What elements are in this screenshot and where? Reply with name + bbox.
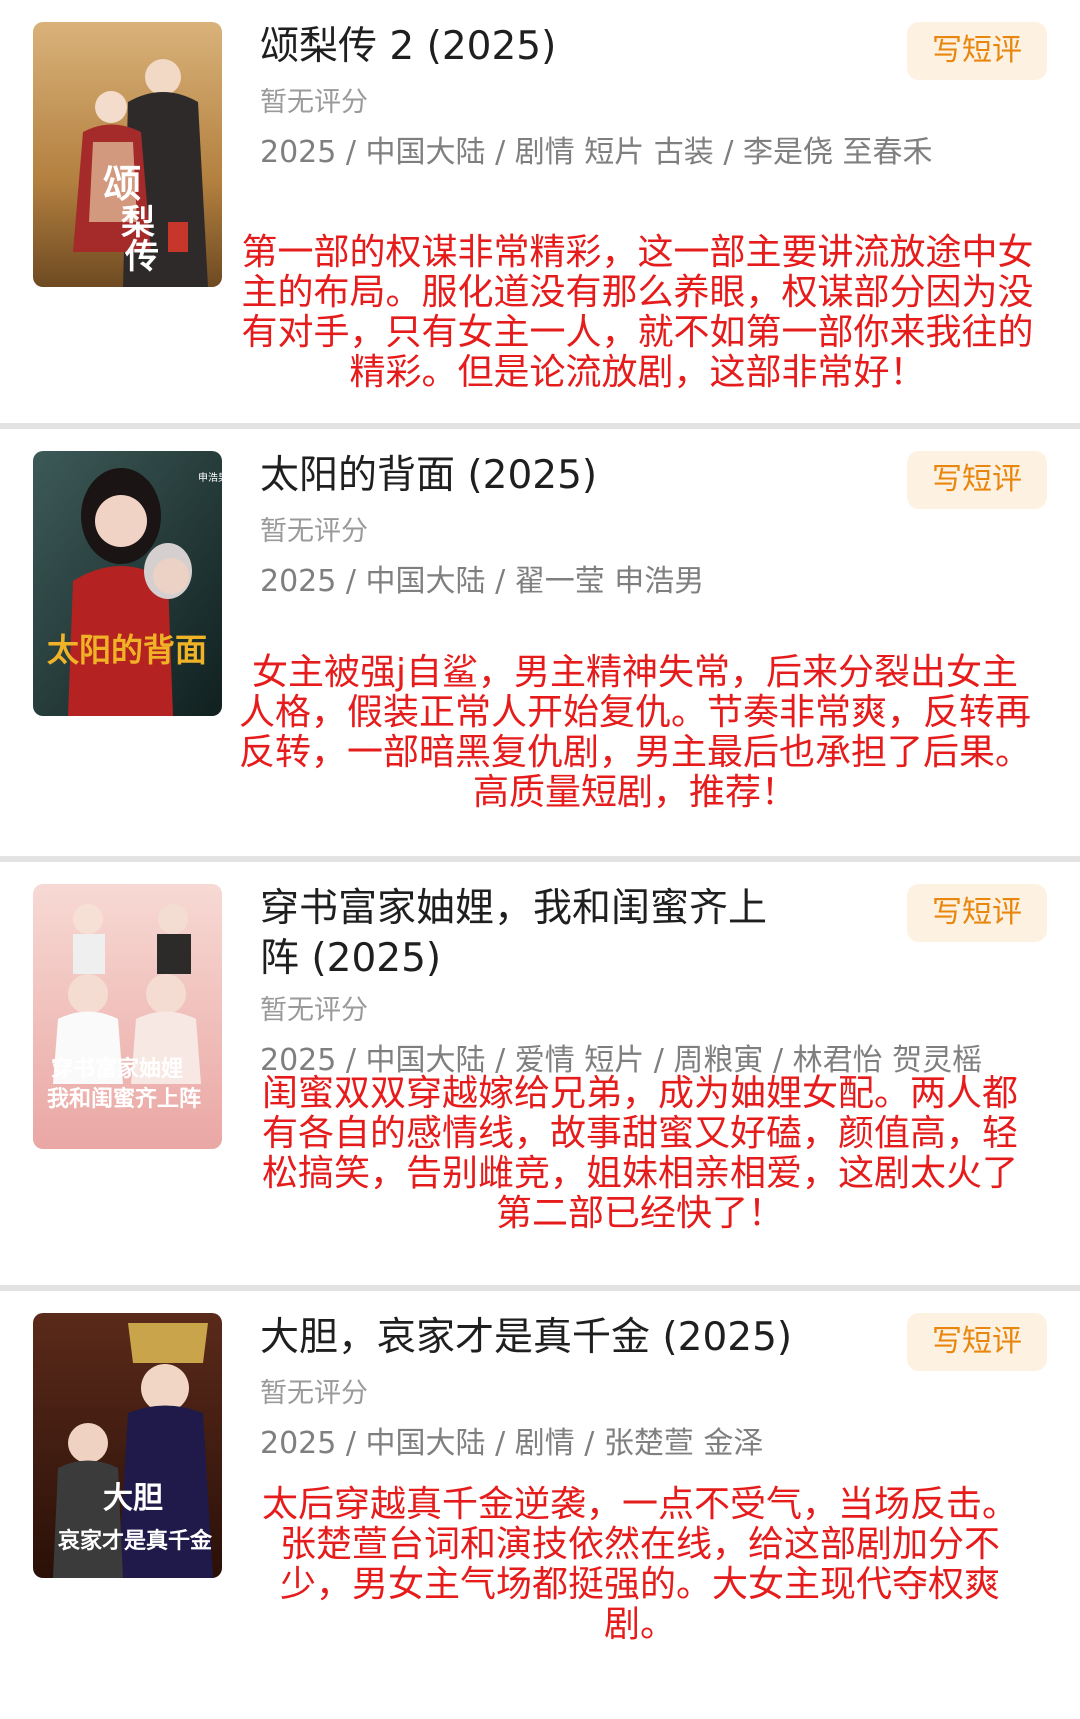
review-annotation: 第一部的权谋非常精彩，这一部主要讲流放途中女主的布局。服化道没有那么养眼，权谋部…	[241, 232, 1034, 393]
svg-text:颂: 颂	[103, 161, 141, 206]
svg-text:哀家才是真千金: 哀家才是真千金	[58, 1528, 213, 1554]
movie-title[interactable]: 太阳的背面 (2025)	[260, 451, 820, 501]
title-year: (2025)	[311, 936, 442, 981]
review-annotation: 闺蜜双双穿越嫁给兄弟，成为妯娌女配。两人都有各自的感情线，故事甜蜜又好磕，颜值高…	[261, 1073, 1018, 1234]
title-text: 太阳的背面	[260, 453, 456, 498]
movie-card[interactable]: 穿书富家妯娌 我和闺蜜齐上阵 穿书富家妯娌，我和闺蜜齐上阵 (2025) 暂无评…	[0, 862, 1080, 1288]
write-review-button[interactable]: 写短评	[907, 451, 1047, 509]
title-year: (2025)	[662, 1315, 793, 1360]
svg-text:我和闺蜜齐上阵: 我和闺蜜齐上阵	[47, 1086, 201, 1112]
movie-meta: 2025 / 中国大陆 / 剧情 / 张楚萱 金泽	[260, 1426, 764, 1461]
write-review-button[interactable]: 写短评	[907, 884, 1047, 942]
movie-poster[interactable]: 颂 梨 传	[33, 22, 222, 287]
title-year: (2025)	[426, 24, 557, 69]
movie-meta: 2025 / 中国大陆 / 剧情 短片 古装 / 李是侥 至春禾	[260, 135, 933, 170]
poster-image-2: 太阳的背面 申浩男	[33, 451, 222, 716]
movie-poster[interactable]: 大胆 哀家才是真千金	[33, 1313, 222, 1578]
movie-card[interactable]: 颂 梨 传 颂梨传 2 (2025) 暂无评分 2025 / 中国大陆 / 剧情…	[0, 0, 1080, 426]
movie-card[interactable]: 大胆 哀家才是真千金 大胆，哀家才是真千金 (2025) 暂无评分 2025 /…	[0, 1291, 1080, 1719]
rating-text: 暂无评分	[260, 1378, 368, 1409]
movie-title[interactable]: 颂梨传 2 (2025)	[260, 22, 820, 72]
rating-text: 暂无评分	[260, 87, 368, 118]
rating-text: 暂无评分	[260, 516, 368, 547]
review-annotation: 女主被强j自鲨，男主精神失常，后来分裂出女主人格，假装正常人开始复仇。节奏非常爽…	[238, 652, 1031, 813]
title-text: 大胆，哀家才是真千金	[260, 1315, 651, 1360]
svg-text:太阳的背面: 太阳的背面	[47, 631, 207, 669]
rating-text: 暂无评分	[260, 995, 368, 1026]
movie-card[interactable]: 太阳的背面 申浩男 太阳的背面 (2025) 暂无评分 2025 / 中国大陆 …	[0, 429, 1080, 859]
svg-text:申浩男: 申浩男	[198, 471, 222, 484]
movie-meta: 2025 / 中国大陆 / 翟一莹 申浩男	[260, 564, 705, 599]
movie-title[interactable]: 大胆，哀家才是真千金 (2025)	[260, 1313, 820, 1363]
title-year: (2025)	[467, 453, 598, 498]
poster-image-1: 颂 梨 传	[33, 22, 222, 287]
poster-image-3: 穿书富家妯娌 我和闺蜜齐上阵	[33, 884, 222, 1149]
movie-poster[interactable]: 穿书富家妯娌 我和闺蜜齐上阵	[33, 884, 222, 1149]
write-review-button[interactable]: 写短评	[907, 1313, 1047, 1371]
write-review-button[interactable]: 写短评	[907, 22, 1047, 80]
movie-poster[interactable]: 太阳的背面 申浩男	[33, 451, 222, 716]
svg-text:传: 传	[124, 237, 159, 277]
movie-title[interactable]: 穿书富家妯娌，我和闺蜜齐上阵 (2025)	[260, 884, 800, 984]
poster-image-4: 大胆 哀家才是真千金	[33, 1313, 222, 1578]
svg-text:大胆: 大胆	[103, 1481, 163, 1516]
svg-text:穿书富家妯娌: 穿书富家妯娌	[51, 1056, 183, 1082]
review-annotation: 太后穿越真千金逆袭，一点不受气，当场反击。张楚萱台词和演技依然在线，给这部剧加分…	[261, 1484, 1018, 1645]
title-text: 颂梨传 2	[260, 24, 415, 69]
